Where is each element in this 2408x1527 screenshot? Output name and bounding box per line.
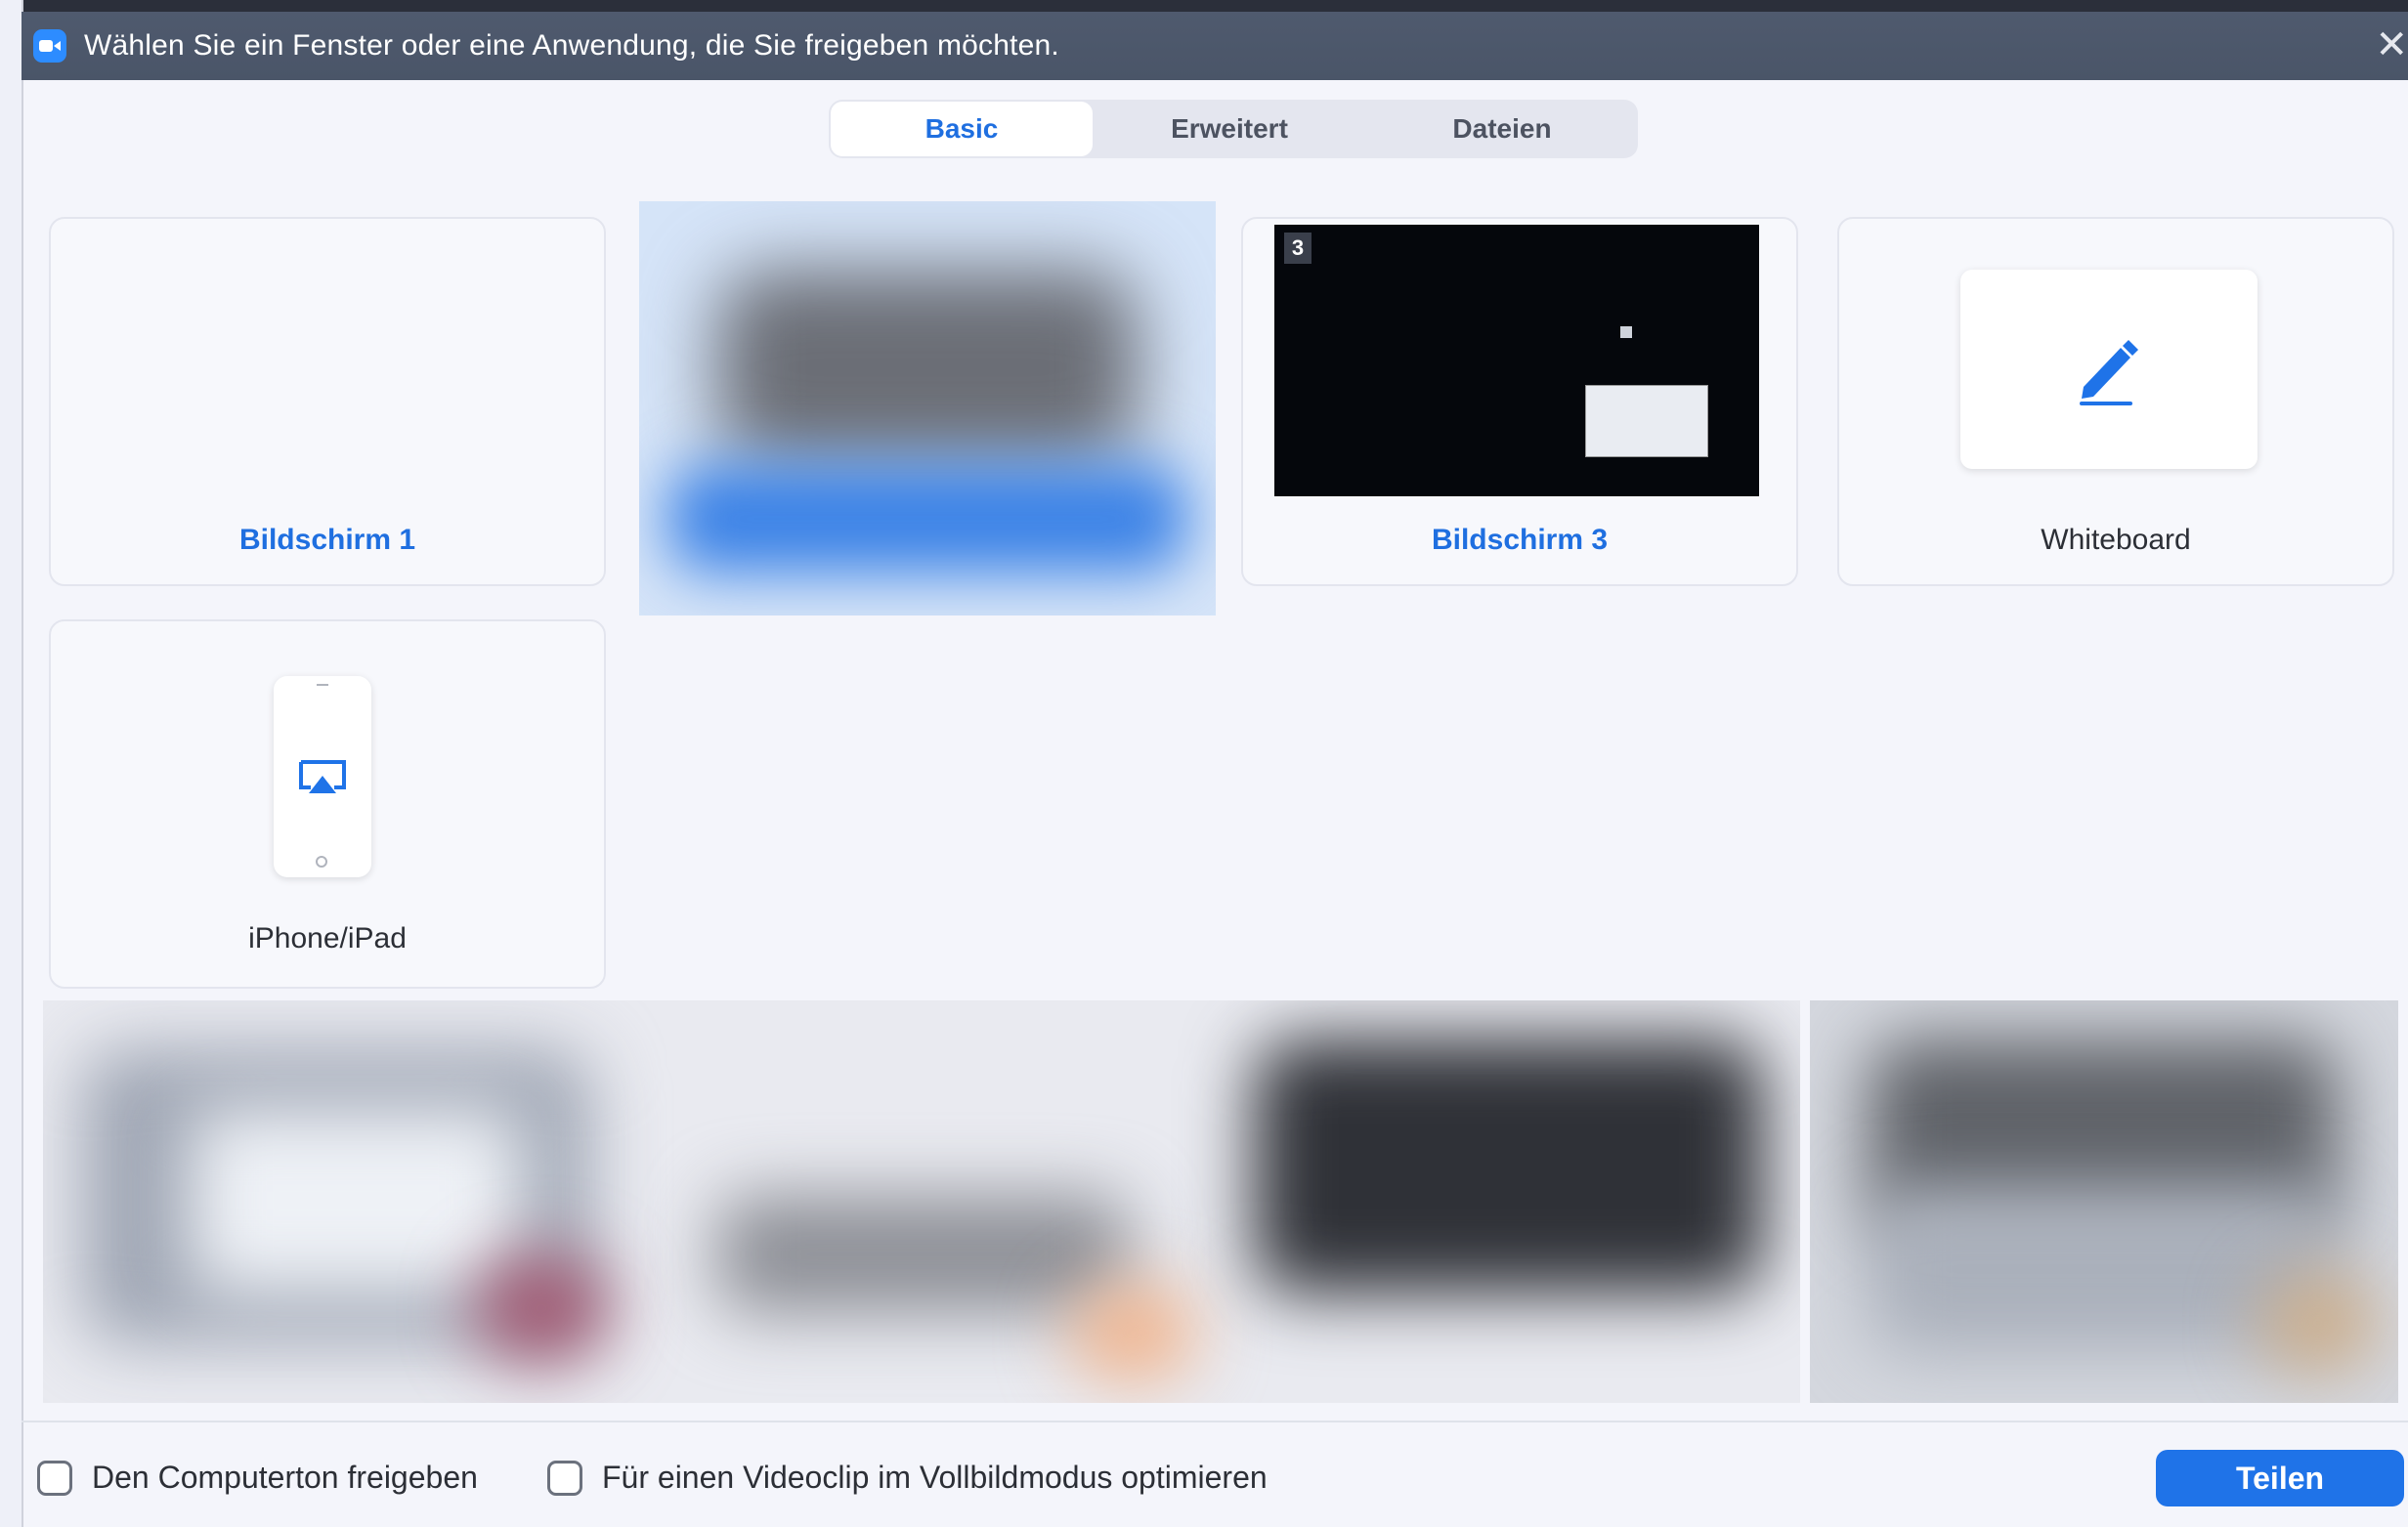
- optimize-video-checkbox[interactable]: [547, 1460, 582, 1496]
- footer-divider: [22, 1421, 2408, 1422]
- phone-home-button: [316, 856, 327, 868]
- share-audio-checkbox[interactable]: [37, 1460, 72, 1496]
- tab-erweitert[interactable]: Erweitert: [1093, 102, 1366, 156]
- blurred-window-1-content: [190, 1108, 522, 1294]
- share-screen-dialog: Wählen Sie ein Fenster oder eine Anwendu…: [0, 0, 2408, 1527]
- tab-bar: Basic Erweitert Dateien: [829, 100, 1638, 158]
- zoom-app-icon: [33, 29, 66, 63]
- optimize-video-label: Für einen Videoclip im Vollbildmodus opt…: [602, 1460, 1268, 1495]
- window-title: Wählen Sie ein Fenster oder eine Anwendu…: [84, 29, 1059, 62]
- top-edge: [0, 0, 2408, 12]
- blurred-preview: [717, 270, 1138, 465]
- share-audio-option[interactable]: Den Computerton freigeben: [37, 1460, 478, 1496]
- video-camera-icon: [39, 40, 61, 52]
- tab-basic[interactable]: Basic: [831, 102, 1093, 156]
- blurred-window-4-accent: [2259, 1274, 2377, 1372]
- source-card-screen-2-blurred[interactable]: [639, 201, 1216, 615]
- screen-3-label: Bildschirm 3: [1431, 524, 1609, 556]
- blurred-window-4: [1810, 1000, 2398, 1403]
- airplay-icon: [299, 760, 346, 793]
- left-edge: [0, 0, 23, 1527]
- blurred-window-2-accent: [1069, 1284, 1196, 1381]
- iphone-ipad-label: iPhone/iPad: [248, 922, 407, 954]
- whiteboard-label: Whiteboard: [2041, 524, 2191, 556]
- optimize-video-option[interactable]: Für einen Videoclip im Vollbildmodus opt…: [547, 1460, 1268, 1496]
- phone-preview: [274, 676, 371, 877]
- screen-number-badge: 3: [1284, 233, 1312, 264]
- blurred-window-3: [1255, 1039, 1763, 1294]
- pen-icon: [2080, 340, 2138, 405]
- tab-dateien[interactable]: Dateien: [1366, 102, 1638, 156]
- screen-1-label: Bildschirm 1: [238, 524, 416, 556]
- whiteboard-preview: [1960, 270, 2258, 469]
- source-card-screen-1[interactable]: Bildschirm 1: [49, 217, 606, 586]
- preview-icon: [1620, 326, 1632, 338]
- blurred-taskbar: [668, 465, 1186, 573]
- title-bar: Wählen Sie ein Fenster oder eine Anwendu…: [22, 12, 2408, 80]
- phone-speaker: [317, 684, 328, 686]
- close-icon[interactable]: ✕: [2375, 25, 2408, 64]
- blurred-windows-row: [43, 1000, 1800, 1403]
- preview-mini-window: [1585, 385, 1708, 457]
- blurred-window-2: [717, 1196, 1128, 1313]
- blurred-window-1-accent: [473, 1254, 610, 1362]
- share-audio-label: Den Computerton freigeben: [92, 1460, 478, 1495]
- screen-3-preview: 3: [1274, 225, 1759, 496]
- share-button[interactable]: Teilen: [2156, 1450, 2404, 1506]
